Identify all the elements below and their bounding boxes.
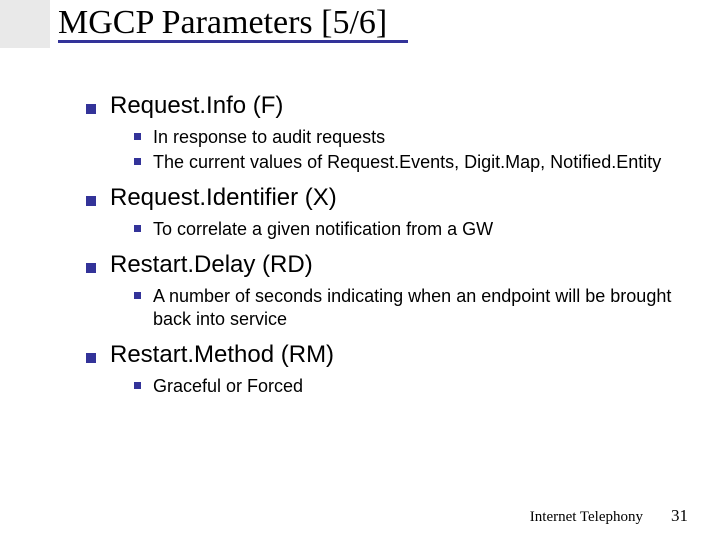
sublist-item: The current values of Request.Events, Di…: [134, 151, 686, 174]
sublist-item: Graceful or Forced: [134, 375, 686, 398]
list-item: Restart.Method (RM) Graceful or Forced: [86, 341, 686, 398]
bullet-square-small-icon: [134, 133, 141, 140]
bullet-square-icon: [86, 263, 96, 273]
list-item: Restart.Delay (RD) A number of seconds i…: [86, 251, 686, 331]
title-block: MGCP Parameters [5/6]: [58, 4, 408, 43]
bullet-square-icon: [86, 196, 96, 206]
sublist-text: In response to audit requests: [153, 126, 385, 149]
sublist: Graceful or Forced: [134, 375, 686, 398]
sublist-item: In response to audit requests: [134, 126, 686, 149]
list-item-head: Request.Info (F): [86, 92, 686, 120]
bullet-square-small-icon: [134, 225, 141, 232]
list-item-head: Restart.Delay (RD): [86, 251, 686, 279]
sublist: To correlate a given notification from a…: [134, 218, 686, 241]
sublist-item: A number of seconds indicating when an e…: [134, 285, 686, 331]
sublist-text: The current values of Request.Events, Di…: [153, 151, 661, 174]
sublist-text: To correlate a given notification from a…: [153, 218, 493, 241]
bullet-square-icon: [86, 104, 96, 114]
sublist-text: A number of seconds indicating when an e…: [153, 285, 673, 331]
sublist-item: To correlate a given notification from a…: [134, 218, 686, 241]
sublist: A number of seconds indicating when an e…: [134, 285, 686, 331]
list-item: Request.Identifier (X) To correlate a gi…: [86, 184, 686, 241]
sublist: In response to audit requests The curren…: [134, 126, 686, 174]
footer: Internet Telephony 31: [530, 506, 688, 526]
bullet-square-small-icon: [134, 158, 141, 165]
bullet-square-small-icon: [134, 292, 141, 299]
slide-title: MGCP Parameters [5/6]: [58, 4, 408, 42]
list-item-label: Request.Info (F): [110, 92, 283, 120]
decorative-shadow: [0, 0, 50, 48]
sublist-text: Graceful or Forced: [153, 375, 303, 398]
list-item-label: Restart.Method (RM): [110, 341, 334, 369]
content-area: Request.Info (F) In response to audit re…: [86, 92, 686, 408]
list-item-head: Request.Identifier (X): [86, 184, 686, 212]
list-item: Request.Info (F) In response to audit re…: [86, 92, 686, 174]
bullet-square-small-icon: [134, 382, 141, 389]
bullet-square-icon: [86, 353, 96, 363]
footer-label: Internet Telephony: [530, 509, 643, 526]
list-item-label: Restart.Delay (RD): [110, 251, 313, 279]
slide-number: 31: [671, 506, 688, 526]
list-item-label: Request.Identifier (X): [110, 184, 337, 212]
slide: MGCP Parameters [5/6] Request.Info (F) I…: [0, 0, 720, 540]
list-item-head: Restart.Method (RM): [86, 341, 686, 369]
